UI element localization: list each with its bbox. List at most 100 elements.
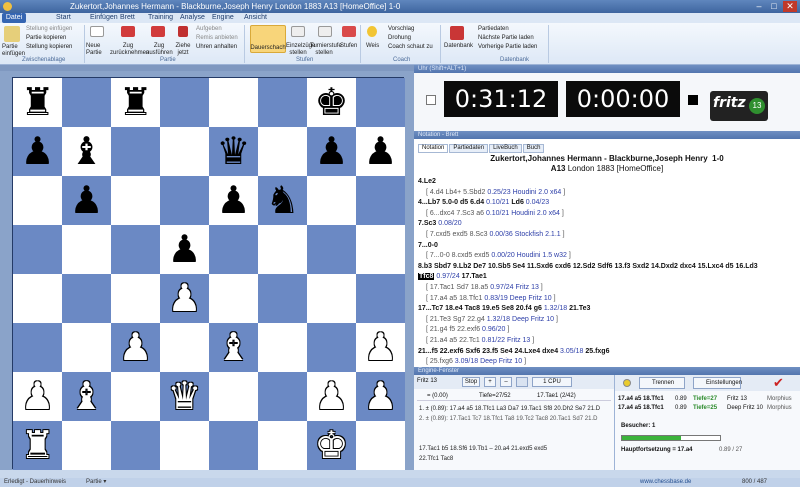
black-pawn-icon[interactable]: ♟	[356, 127, 405, 176]
chess-board[interactable]: ♜ ♜ ♚ ♟ ♝ ♛ ♟ ♟ ♟ ♟ ♞ ♟ ♟ ♟ ♝ ♟ ♟ ♝ ♛ ♟ ♟ ♜ ♚	[12, 77, 405, 470]
white-bishop-icon[interactable]: ♝	[209, 323, 258, 372]
black-pawn-icon[interactable]: ♟	[62, 176, 111, 225]
game-data-button[interactable]: Partiedaten	[478, 26, 509, 33]
square-e8[interactable]	[209, 78, 258, 127]
square-e4[interactable]	[209, 274, 258, 323]
resign-button[interactable]: Aufgeben	[196, 26, 222, 33]
square-g3[interactable]	[307, 323, 356, 372]
square-f7[interactable]	[258, 127, 307, 176]
hint-button[interactable]: Weis	[366, 43, 379, 50]
status-menu[interactable]: Partie ▾	[86, 478, 106, 487]
notation-line[interactable]: Tfc8 0.97/24 17.Tae1	[418, 272, 796, 283]
square-h8[interactable]	[356, 78, 405, 127]
square-h5[interactable]	[356, 225, 405, 274]
black-pawn-icon[interactable]: ♟	[307, 127, 356, 176]
square-c1[interactable]	[111, 421, 160, 470]
white-pawn-icon[interactable]: ♟	[13, 372, 62, 421]
notation-line[interactable]: 7.Sc3 0.08/20	[418, 219, 796, 230]
square-f4[interactable]	[258, 274, 307, 323]
notation-line[interactable]: 7...0-0	[418, 241, 796, 252]
redo-move-button[interactable]: Zug ausführen	[146, 43, 173, 57]
notation-line[interactable]: [ 21.a4 a5 22.Tc1 0.81/22 Fritz 13 ]	[418, 336, 796, 347]
tab-notation[interactable]: Notation	[418, 144, 449, 153]
notation-line[interactable]: 17...Tc7 18.e4 Tac8 19.e5 Se8 20.f4 g6 1…	[418, 304, 796, 315]
ribbon-tab-6[interactable]: Engine	[212, 13, 234, 23]
move-list[interactable]: 4.Le2[ 4.d4 Lb4+ 5.Sbd2 0.25/23 Houdini …	[418, 177, 796, 368]
status-link[interactable]: www.chessbase.de	[640, 478, 691, 487]
black-rook-icon[interactable]: ♜	[13, 78, 62, 127]
suggestion-button[interactable]: Vorschlag	[388, 26, 414, 33]
white-queen-icon[interactable]: ♛	[160, 372, 209, 421]
notation-line[interactable]: 21...f5 22.exf6 Sxf6 23.f5 Se4 24.Lxe4 d…	[418, 347, 796, 358]
threat-button[interactable]: Drohung	[388, 35, 411, 42]
square-d1[interactable]	[160, 421, 209, 470]
cpu-button[interactable]: 1 CPU	[532, 377, 572, 387]
notation-line[interactable]: 4...Lb7 5.0-0 d5 6.d4 0.10/21 Ld6 0.04/2…	[418, 198, 796, 209]
square-a4[interactable]	[13, 274, 62, 323]
move-now-button[interactable]: Ziehe jetzt	[174, 43, 192, 57]
square-g4[interactable]	[307, 274, 356, 323]
white-pawn-icon[interactable]: ♟	[160, 274, 209, 323]
square-f1[interactable]	[258, 421, 307, 470]
square-e5[interactable]	[209, 225, 258, 274]
notation-line[interactable]: [ 21.Te3 Sg7 22.g4 1.32/18 Deep Fritz 10…	[418, 315, 796, 326]
black-king-icon[interactable]: ♚	[307, 78, 356, 127]
notation-line[interactable]: [ 7.cxd5 exd5 8.Sc3 0.00/36 Stockfish 2.…	[418, 230, 796, 241]
levels-button[interactable]: Stufen	[340, 43, 357, 50]
maximize-icon[interactable]: □	[767, 1, 781, 12]
kibitzer-settings-button[interactable]: Einstellungen	[693, 377, 742, 389]
black-pawn-icon[interactable]: ♟	[209, 176, 258, 225]
square-b3[interactable]	[62, 323, 111, 372]
square-g6[interactable]	[307, 176, 356, 225]
engine-menu-icon[interactable]	[516, 377, 528, 387]
white-bishop-icon[interactable]: ♝	[62, 372, 111, 421]
black-rook-icon[interactable]: ♜	[111, 78, 160, 127]
notation-line[interactable]: [ 21.g4 f5 22.exf6 0.96/20 ]	[418, 325, 796, 336]
white-pawn-icon[interactable]: ♟	[307, 372, 356, 421]
add-line-button[interactable]: +	[484, 377, 496, 387]
notation-line[interactable]: [ 17.a4 a5 18.Tfc1 0.83/19 Deep Fritz 10…	[418, 294, 796, 305]
tab-livebook[interactable]: LiveBuch	[489, 144, 522, 153]
square-f8[interactable]	[258, 78, 307, 127]
square-b5[interactable]	[62, 225, 111, 274]
remove-line-button[interactable]: –	[500, 377, 512, 387]
black-pawn-icon[interactable]: ♟	[13, 127, 62, 176]
close-icon[interactable]: ✕	[783, 1, 797, 12]
notation-line[interactable]: [ 4.d4 Lb4+ 5.Sbd2 0.25/23 Houdini 2.0 x…	[418, 188, 796, 199]
black-queen-icon[interactable]: ♛	[209, 127, 258, 176]
black-bishop-icon[interactable]: ♝	[62, 127, 111, 176]
square-f2[interactable]	[258, 372, 307, 421]
square-d8[interactable]	[160, 78, 209, 127]
notation-line[interactable]: 4.Le2	[418, 177, 796, 188]
coach-button[interactable]: Coach schaut zu	[388, 44, 433, 51]
file-menu-button[interactable]: Datei	[2, 13, 26, 23]
square-e1[interactable]	[209, 421, 258, 470]
blitz-level-button[interactable]: Dauerschach	[250, 45, 286, 52]
square-h1[interactable]	[356, 421, 405, 470]
white-pawn-icon[interactable]: ♟	[356, 323, 405, 372]
black-pawn-icon[interactable]: ♟	[160, 225, 209, 274]
tab-book[interactable]: Buch	[522, 144, 545, 153]
square-b8[interactable]	[62, 78, 111, 127]
square-c5[interactable]	[111, 225, 160, 274]
notation-line[interactable]: [ 17.Tac1 Sd7 18.a5 0.97/24 Fritz 13 ]	[418, 283, 796, 294]
ribbon-tab-1[interactable]: Start	[56, 13, 71, 23]
database-button[interactable]: Datenbank	[444, 43, 473, 50]
copy-game-button[interactable]: Partie kopieren	[26, 35, 66, 42]
offer-draw-button[interactable]: Remis anbieten	[196, 35, 238, 42]
square-f5[interactable]	[258, 225, 307, 274]
previous-game-button[interactable]: Vorherige Partie laden	[478, 44, 537, 51]
square-c6[interactable]	[111, 176, 160, 225]
black-knight-icon[interactable]: ♞	[258, 176, 307, 225]
next-game-button[interactable]: Nächste Partie laden	[478, 35, 534, 42]
white-pawn-icon[interactable]: ♟	[356, 372, 405, 421]
notation-line[interactable]: 8.b3 Sbd7 9.Lb2 De7 10.Sb5 Se4 11.Sxd6 c…	[418, 262, 796, 273]
square-c2[interactable]	[111, 372, 160, 421]
copy-position-button[interactable]: Stellung kopieren	[26, 44, 72, 51]
square-g5[interactable]	[307, 225, 356, 274]
tab-game-data[interactable]: Partiedaten	[449, 144, 489, 153]
square-a5[interactable]	[13, 225, 62, 274]
ribbon-tab-3[interactable]: Brett	[120, 13, 135, 23]
square-h6[interactable]	[356, 176, 405, 225]
square-e2[interactable]	[209, 372, 258, 421]
